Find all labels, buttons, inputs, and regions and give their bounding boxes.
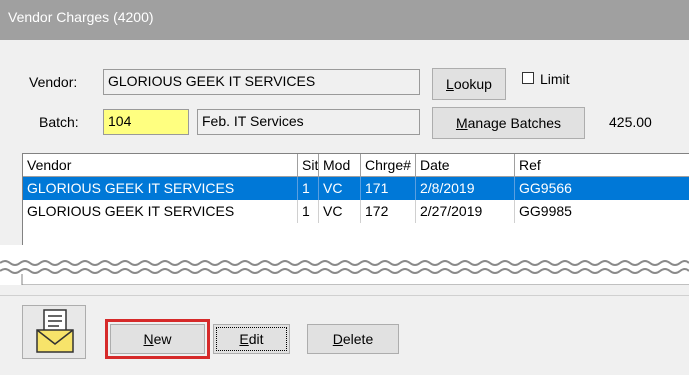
col-header-chrge[interactable]: Chrge# xyxy=(361,154,416,177)
new-button-label: ew xyxy=(153,331,172,347)
cell-mod: VC xyxy=(319,200,361,223)
limit-label: Limit xyxy=(540,71,570,87)
edit-button[interactable]: Edit xyxy=(213,324,290,354)
batch-number-field[interactable]: 104 xyxy=(103,109,189,135)
document-envelope-icon xyxy=(36,309,74,353)
manage-batches-label: anage Batches xyxy=(467,115,562,131)
window-title: Vendor Charges (4200) xyxy=(8,9,154,25)
delete-button[interactable]: Delete xyxy=(307,324,399,354)
cell-chrge: 171 xyxy=(361,177,416,200)
manage-batches-button[interactable]: Manage Batches xyxy=(432,107,585,139)
limit-label-text: Limi xyxy=(540,71,566,87)
cell-vendor: GLORIOUS GEEK IT SERVICES xyxy=(23,200,298,223)
footer-divider xyxy=(0,295,689,296)
vendor-field[interactable]: GLORIOUS GEEK IT SERVICES xyxy=(103,69,420,95)
batch-label: Batch: xyxy=(39,114,79,130)
limit-checkbox[interactable] xyxy=(522,72,534,84)
cell-ref: GG9985 xyxy=(515,200,689,223)
edit-button-accel: E xyxy=(239,331,249,347)
cell-site: 1 xyxy=(298,200,319,223)
edit-button-label: dit xyxy=(248,331,264,347)
limit-label-accel: t xyxy=(565,71,570,87)
col-header-date[interactable]: Date xyxy=(416,154,515,177)
col-header-site[interactable]: Site xyxy=(298,154,319,177)
document-envelope-button[interactable] xyxy=(22,305,86,359)
lookup-button[interactable]: Lookup xyxy=(432,68,506,100)
window-titlebar: Vendor Charges (4200) xyxy=(0,0,689,40)
lookup-button-accel: L xyxy=(446,76,454,92)
grid-header-row: Vendor Site Mod Chrge# Date Ref xyxy=(23,154,689,177)
torn-edge-divider xyxy=(0,245,689,285)
batch-description-value: Feb. IT Services xyxy=(202,113,304,129)
new-button[interactable]: New xyxy=(110,324,205,354)
cell-ref: GG9566 xyxy=(515,177,689,200)
new-button-accel: N xyxy=(143,331,154,347)
vendor-label: Vendor: xyxy=(29,74,78,90)
cell-date: 2/27/2019 xyxy=(416,200,515,223)
cell-date: 2/8/2019 xyxy=(416,177,515,200)
lookup-button-label: ookup xyxy=(453,76,492,92)
vendor-field-value: GLORIOUS GEEK IT SERVICES xyxy=(108,73,316,89)
manage-batches-accel: M xyxy=(455,115,468,131)
cell-site: 1 xyxy=(298,177,319,200)
cell-chrge: 172 xyxy=(361,200,416,223)
batch-number-value: 104 xyxy=(108,113,132,129)
delete-button-accel: D xyxy=(332,331,343,347)
col-header-vendor[interactable]: Vendor xyxy=(23,154,298,177)
delete-button-label: elete xyxy=(342,331,374,347)
cell-vendor: GLORIOUS GEEK IT SERVICES xyxy=(23,177,298,200)
table-row[interactable]: GLORIOUS GEEK IT SERVICES 1 VC 172 2/27/… xyxy=(23,200,689,223)
table-row[interactable]: GLORIOUS GEEK IT SERVICES 1 VC 171 2/8/2… xyxy=(23,177,689,200)
col-header-mod[interactable]: Mod xyxy=(319,154,361,177)
col-header-ref[interactable]: Ref xyxy=(515,154,689,177)
batch-description-field: Feb. IT Services xyxy=(197,109,420,135)
batch-total: 425.00 xyxy=(609,114,652,130)
cell-mod: VC xyxy=(319,177,361,200)
